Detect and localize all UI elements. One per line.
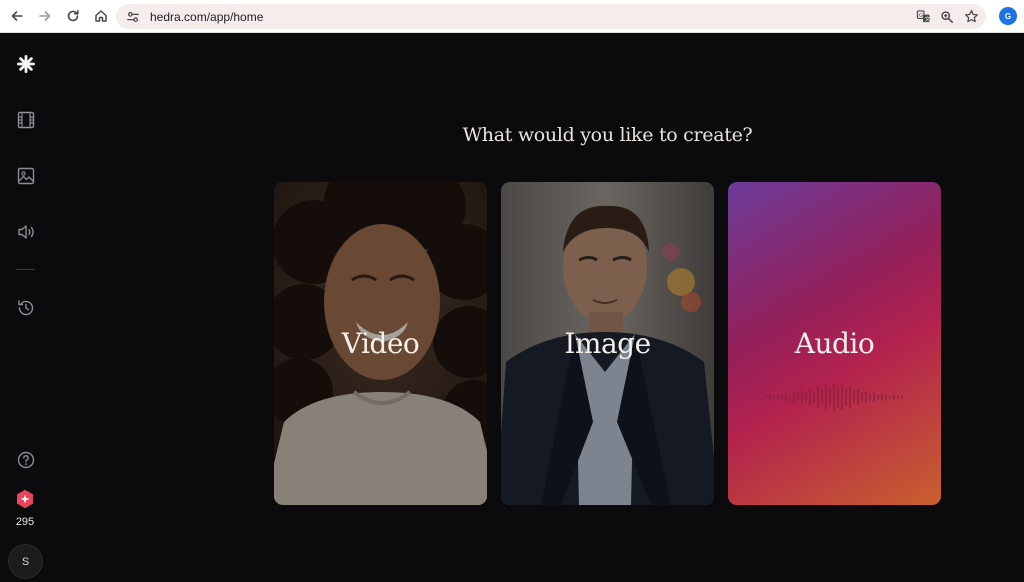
page-title: What would you like to create? <box>462 124 753 146</box>
speaker-icon <box>18 225 34 239</box>
hedra-logo-icon <box>17 55 35 73</box>
credits-icon[interactable] <box>15 489 35 509</box>
create-image-card[interactable]: Image <box>501 182 714 505</box>
image-icon <box>17 167 35 185</box>
create-audio-card[interactable]: Audio <box>728 182 941 505</box>
home-button[interactable] <box>88 3 114 29</box>
sidebar-item-audio[interactable] <box>13 219 39 245</box>
help-icon <box>17 451 35 469</box>
sidebar-item-help[interactable] <box>13 447 39 473</box>
bookmark-button[interactable] <box>962 8 980 26</box>
hedra-logo[interactable] <box>13 51 39 77</box>
forward-button[interactable] <box>32 3 58 29</box>
back-icon <box>11 11 23 21</box>
app-root: 295 S What would you like to create? Vid… <box>0 34 1024 582</box>
video-card-label: Video <box>341 327 420 360</box>
image-card-label: Image <box>564 327 651 360</box>
waveform-icon <box>765 383 903 411</box>
credits-count: 295 <box>15 516 35 528</box>
back-button[interactable] <box>4 3 30 29</box>
reload-button[interactable] <box>60 3 86 29</box>
sidebar-divider <box>16 269 35 270</box>
create-video-card[interactable]: Video <box>274 182 487 505</box>
address-bar[interactable]: hedra.com/app/home G文 <box>116 4 986 29</box>
site-info-icon <box>127 11 139 22</box>
svg-text:文: 文 <box>924 15 930 23</box>
sidebar: 295 S <box>0 34 52 582</box>
browser-toolbar: hedra.com/app/home G文 G <box>0 0 1024 33</box>
sidebar-item-history[interactable] <box>13 295 39 321</box>
url-text[interactable]: hedra.com/app/home <box>150 10 263 24</box>
zoom-button[interactable] <box>938 8 956 26</box>
sidebar-item-video[interactable] <box>13 107 39 133</box>
svg-text:G: G <box>918 13 922 19</box>
home-icon <box>95 10 107 22</box>
zoom-icon <box>941 10 954 23</box>
audio-card-label: Audio <box>794 327 875 360</box>
profile-icon[interactable]: G <box>999 7 1017 25</box>
film-icon <box>17 111 35 129</box>
translate-icon: G文 <box>916 10 930 23</box>
forward-icon <box>39 11 51 21</box>
user-avatar[interactable]: S <box>8 544 43 579</box>
history-icon <box>18 300 34 316</box>
site-info-button[interactable] <box>122 6 144 28</box>
bookmark-star-icon <box>964 10 978 23</box>
reload-icon <box>67 10 79 22</box>
sidebar-item-image[interactable] <box>13 163 39 189</box>
translate-button[interactable]: G文 <box>914 8 932 26</box>
